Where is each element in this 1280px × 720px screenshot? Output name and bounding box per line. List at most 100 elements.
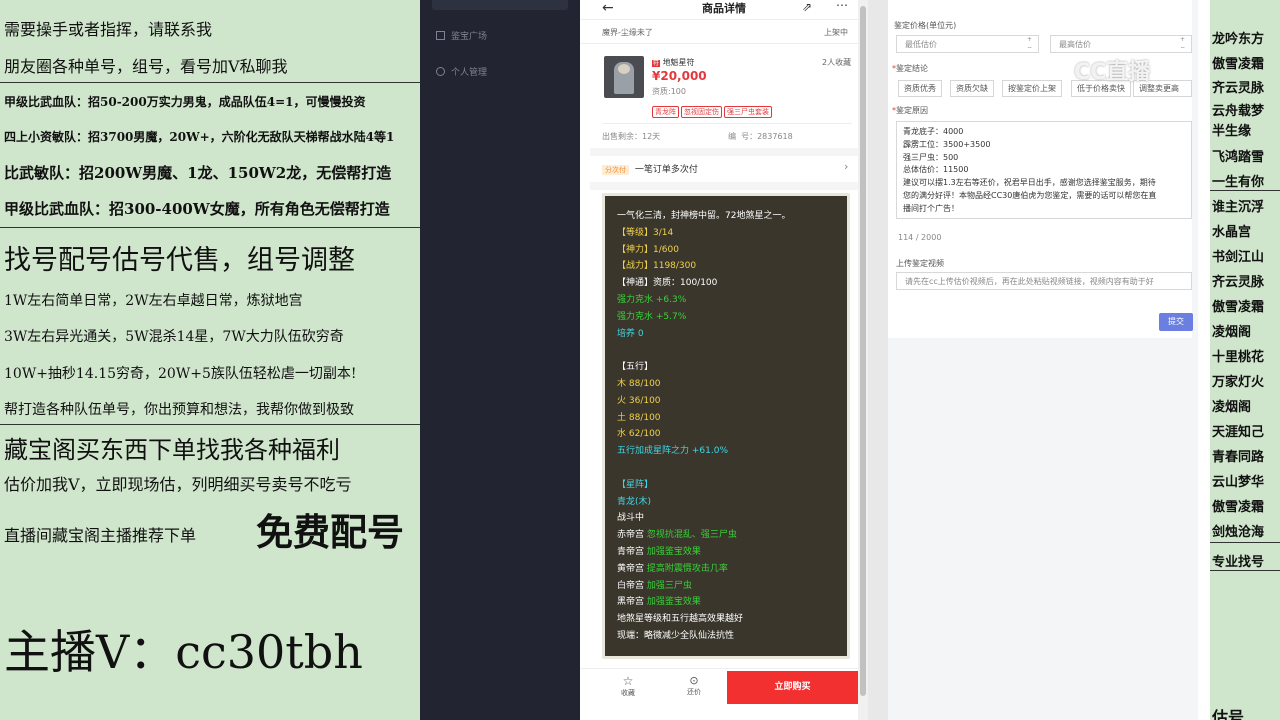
char-counter: 114 / 2000 bbox=[898, 233, 942, 242]
item-tag: 青龙阵 bbox=[652, 106, 679, 118]
team-item: 云舟载梦 bbox=[1212, 104, 1265, 119]
desc-line: 地煞星等级和五行越高效果越好 bbox=[617, 614, 744, 625]
favorite-button[interactable]: ☆ 收藏 bbox=[616, 674, 640, 698]
grid-icon bbox=[436, 31, 445, 40]
team-item: 傲雪凌霜 bbox=[1212, 500, 1265, 515]
price-tag-icon: ⊙ bbox=[689, 674, 699, 687]
item-quality: 资质:100 bbox=[652, 87, 686, 96]
scrollbar[interactable] bbox=[858, 0, 868, 720]
ad-line: 四上小资敏队：招3700男魔，20W+，六阶化无敌队天梯帮战水陆4等1 bbox=[4, 130, 395, 144]
team-item: 半生缘 bbox=[1212, 124, 1252, 139]
max-price-input[interactable]: 最高估价 bbox=[1050, 35, 1192, 53]
right-team-panel: 龙吟东方 傲雪凌霜 齐云灵脉 云舟载梦 半生缘 飞鸿踏雪 一生有你 谁主沉浮 水… bbox=[1198, 0, 1280, 720]
team-item: 书剑江山 bbox=[1212, 250, 1265, 265]
ad-highlight: 免费配号 bbox=[256, 510, 404, 554]
ad-line: 估价加我V，立即现场估，列明细买号卖号不吃亏 bbox=[4, 475, 352, 494]
team-item: 专业找号 bbox=[1212, 555, 1265, 570]
desc-line: 五行加成星阵之力 +61.0% bbox=[617, 446, 728, 457]
desc-line: 战斗中 bbox=[617, 513, 645, 524]
team-item: 万家灯火 bbox=[1212, 375, 1265, 390]
server-name: 魔界-尘缘未了 bbox=[602, 28, 653, 37]
sidebar-item-personal[interactable]: 个人管理 bbox=[436, 65, 487, 78]
palace-line: 青帝宫 加强鉴宝效果 bbox=[617, 546, 701, 557]
remaining-time: 出售剩余：12天 bbox=[602, 132, 661, 141]
sidebar-top-bar bbox=[432, 0, 568, 10]
desc-line: 火 36/100 bbox=[617, 395, 661, 406]
divider bbox=[0, 227, 420, 228]
conclusion-label: *鉴定结论 bbox=[892, 64, 928, 73]
team-item: 估号 bbox=[1212, 708, 1245, 720]
desc-line: 【等级】3/14 bbox=[617, 227, 674, 238]
min-price-input[interactable]: 最低估价 bbox=[896, 35, 1039, 53]
sidebar-item-appraisal-square[interactable]: 鉴宝广场 bbox=[436, 29, 487, 42]
desc-line: 木 88/100 bbox=[617, 378, 661, 389]
item-description-card: 一气化三清，封神榜中留。72地煞星之一。 【等级】3/14 【神力】1/600 … bbox=[602, 193, 850, 659]
divider bbox=[0, 424, 420, 425]
buy-now-button[interactable]: 立即购买 bbox=[727, 671, 858, 704]
conclusion-option[interactable]: 资质欠缺 bbox=[950, 80, 994, 97]
star-icon: ☆ bbox=[622, 674, 634, 688]
item-price: ¥20,000 bbox=[652, 69, 707, 83]
desc-line: 现端：略微减少全队仙法抗性 bbox=[617, 630, 735, 641]
sidebar-item-label: 个人管理 bbox=[451, 68, 488, 78]
palace-line: 黄帝宫 提高附震慑攻击几率 bbox=[617, 563, 728, 574]
scrollbar-thumb[interactable] bbox=[860, 6, 866, 696]
conclusion-option[interactable]: 资质优秀 bbox=[898, 80, 942, 97]
divider bbox=[0, 82, 420, 83]
reason-textarea[interactable]: 青龙底子：4000 霹雳工位：3500+3500 强三尸虫：500 总体估价：1… bbox=[896, 121, 1192, 219]
item-type-badge: 符 bbox=[652, 60, 661, 67]
price-label: 鉴定价格(单位元) bbox=[894, 21, 957, 30]
ad-line: 帮打造各种队伍单号，你出预算和想法，我帮你做到极致 bbox=[4, 402, 354, 418]
item-tag: 强三尸虫套装 bbox=[724, 106, 772, 118]
team-item: 剑烛沧海 bbox=[1212, 525, 1265, 540]
page-title: 商品详情 bbox=[702, 2, 746, 15]
ad-line: 需要操手或者指挥，请联系我 bbox=[4, 20, 213, 39]
desc-line: 【神力】1/600 bbox=[617, 244, 679, 255]
max-price-stepper[interactable]: + − bbox=[1180, 36, 1185, 52]
team-item: 凌烟阁 bbox=[1212, 400, 1252, 415]
ad-line: 朋友圈各种单号，组号，看号加V私聊我 bbox=[4, 57, 288, 76]
team-item: 齐云灵脉 bbox=[1212, 275, 1265, 290]
user-icon bbox=[436, 67, 445, 76]
desc-line: 土 88/100 bbox=[617, 412, 661, 423]
favorite-label: 收藏 bbox=[621, 689, 635, 697]
desc-line: 【五行】 bbox=[617, 362, 654, 373]
video-label: 上传鉴定视频 bbox=[896, 259, 944, 268]
submit-button[interactable]: 提交 bbox=[1159, 313, 1193, 331]
more-icon[interactable]: ⋯ bbox=[836, 0, 848, 12]
installment-row[interactable]: 分次付 一笔订单多次付 bbox=[602, 162, 698, 175]
desc-line: 青龙(木) bbox=[617, 496, 652, 507]
desc-line: 强力克水 +5.7% bbox=[617, 311, 687, 322]
team-item: 云山梦华 bbox=[1212, 475, 1265, 490]
team-item: 凌烟阁 bbox=[1212, 325, 1252, 340]
counter-offer-button[interactable]: ⊙ 还价 bbox=[682, 674, 706, 697]
desc-line: 强力克水 +6.3% bbox=[617, 294, 687, 305]
team-item: 天涯知己 bbox=[1212, 425, 1265, 440]
ad-line: 10W+抽秒14.15穷奇，20W+5族队伍轻松虐一切副本! bbox=[4, 366, 357, 382]
ad-line: 3W左右异光通关，5W混杀14星，7W大力队伍砍穷奇 bbox=[4, 329, 344, 345]
min-price-stepper[interactable]: + − bbox=[1027, 36, 1032, 52]
installment-text: 一笔订单多次付 bbox=[634, 165, 698, 175]
ad-line: 甲级比武血队：招50-200万实力男鬼，成品队伍4=1，可慢慢投资 bbox=[4, 95, 366, 109]
ad-line: 1W左右简单日常，2W左右卓越日常，炼狱地宫 bbox=[4, 293, 303, 309]
share-icon[interactable]: ⇗ bbox=[802, 0, 812, 14]
team-item: 齐云灵脉 bbox=[1212, 81, 1265, 96]
desc-line: 培养 0 bbox=[617, 328, 644, 339]
installment-badge: 分次付 bbox=[602, 165, 629, 175]
desc-line: 【战力】1198/300 bbox=[617, 261, 697, 272]
item-tag: 忽视固定伤 bbox=[681, 106, 722, 118]
reason-label: *鉴定原因 bbox=[892, 106, 928, 115]
video-link-input[interactable]: 请先在cc上传估价视频后，再在此处粘贴视频链接，视频内容有助于好 bbox=[896, 272, 1192, 290]
team-item: 傲雪凌霜 bbox=[1212, 300, 1265, 315]
desc-line: 水 62/100 bbox=[617, 429, 661, 440]
chevron-right-icon[interactable]: › bbox=[844, 160, 848, 173]
appraisal-form: 鉴定价格(单位元) 最低估价 + − 最高估价 + − *鉴定结论 资质优秀 资质欠… bbox=[888, 0, 1193, 338]
conclusion-option[interactable]: 按鉴定价上架 bbox=[1002, 80, 1062, 97]
team-item: 傲雪凌霜 bbox=[1212, 57, 1265, 72]
ad-line: 比武敏队：招200W男魔、1龙、150W2龙，无偿帮打造 bbox=[4, 164, 392, 182]
team-item: 龙吟东方 bbox=[1212, 32, 1265, 47]
team-item: 水晶宫 bbox=[1212, 225, 1252, 240]
desc-line: 【星阵】 bbox=[617, 479, 654, 490]
team-item: 青春同路 bbox=[1212, 450, 1265, 465]
team-item: 一生有你 bbox=[1212, 175, 1265, 190]
